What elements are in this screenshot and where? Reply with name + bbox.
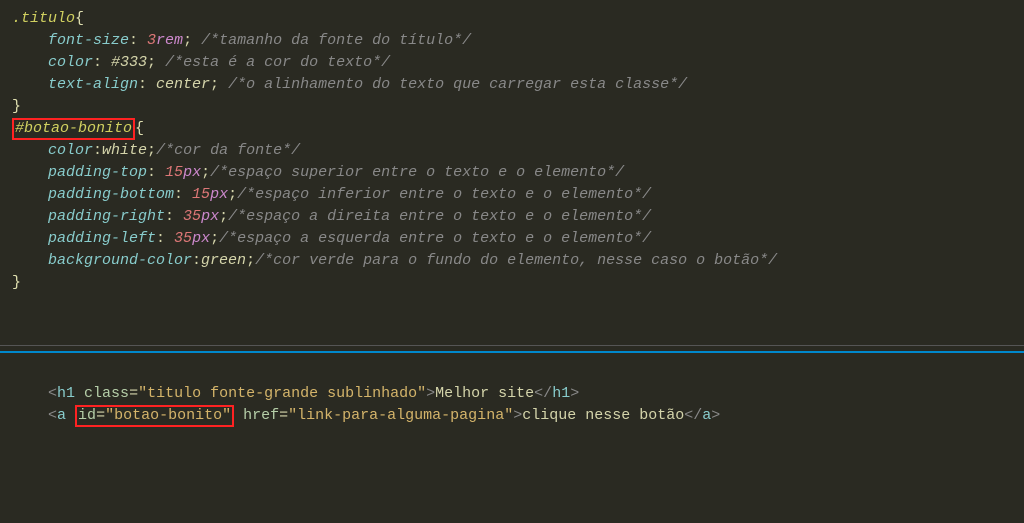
code-line: color:white;/*cor da fonte*/ [12, 140, 1012, 162]
code-line: padding-bottom: 15px;/*espaço inferior e… [12, 184, 1012, 206]
highlight-selector: #botao-bonito [12, 118, 135, 140]
highlight-attr: id="botao-bonito" [75, 405, 234, 427]
html-pane[interactable]: <h1 class="titulo fonte-grande sublinhad… [0, 353, 1024, 427]
pane-separator[interactable] [0, 345, 1024, 353]
code-line: background-color:green;/*cor verde para … [12, 250, 1012, 272]
code-line: } [12, 272, 1012, 294]
code-line: color: #333; /*esta é a cor do texto*/ [12, 52, 1012, 74]
code-line: .titulo{ [12, 8, 1012, 30]
code-line: <a id="botao-bonito" href="link-para-alg… [12, 405, 1012, 427]
code-line: text-align: center; /*o alinhamento do t… [12, 74, 1012, 96]
selector: .titulo [12, 10, 75, 27]
code-line: padding-top: 15px;/*espaço superior entr… [12, 162, 1012, 184]
code-line: padding-left: 35px;/*espaço a esquerda e… [12, 228, 1012, 250]
css-pane[interactable]: .titulo{ font-size: 3rem; /*tamanho da f… [0, 0, 1024, 345]
code-editor: .titulo{ font-size: 3rem; /*tamanho da f… [0, 0, 1024, 523]
code-line: <h1 class="titulo fonte-grande sublinhad… [12, 383, 1012, 405]
code-line: } [12, 96, 1012, 118]
code-line: padding-right: 35px;/*espaço a direita e… [12, 206, 1012, 228]
code-line: #botao-bonito{ [12, 118, 1012, 140]
code-line: font-size: 3rem; /*tamanho da fonte do t… [12, 30, 1012, 52]
